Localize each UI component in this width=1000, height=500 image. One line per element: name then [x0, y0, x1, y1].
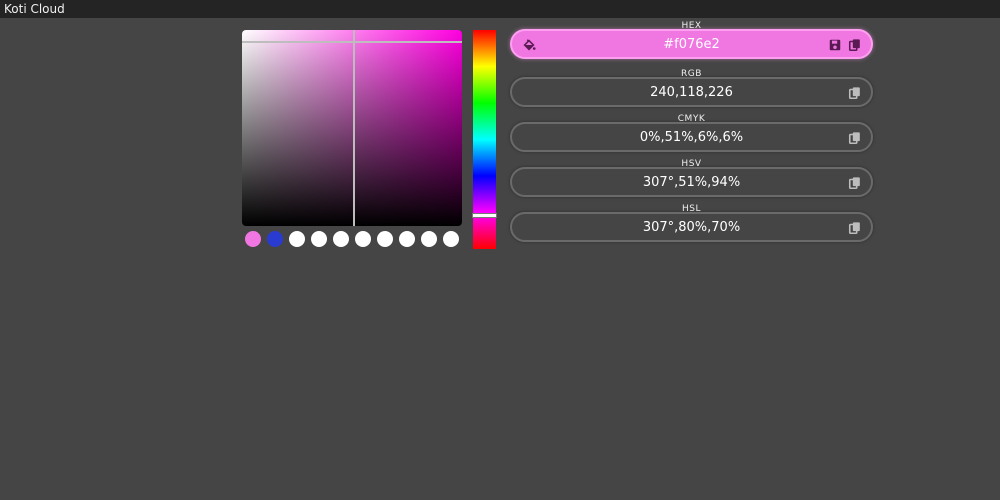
- history-swatch[interactable]: [421, 231, 437, 247]
- app-title: Koti Cloud: [4, 2, 65, 16]
- hsl-value[interactable]: 307°,80%,70%: [512, 220, 871, 236]
- hex-field[interactable]: HEX #f076e2: [510, 21, 873, 59]
- history-swatch[interactable]: [267, 231, 283, 247]
- saturation-value-picker[interactable]: [242, 30, 462, 226]
- hex-value[interactable]: #f076e2: [512, 37, 871, 53]
- history-swatch[interactable]: [399, 231, 415, 247]
- picker-crosshair-vertical[interactable]: [353, 30, 355, 226]
- copy-icon[interactable]: [848, 131, 862, 145]
- cmyk-field[interactable]: CMYK 0%,51%,6%,6%: [510, 114, 873, 152]
- history-swatch[interactable]: [355, 231, 371, 247]
- copy-icon[interactable]: [848, 86, 862, 100]
- hue-slider-handle[interactable]: [473, 214, 496, 217]
- copy-icon[interactable]: [848, 221, 862, 235]
- picker-crosshair-horizontal[interactable]: [242, 41, 462, 43]
- copy-icon[interactable]: [848, 38, 862, 52]
- title-bar: Koti Cloud: [0, 0, 1000, 18]
- history-swatch[interactable]: [333, 231, 349, 247]
- hsl-label: HSL: [682, 204, 701, 214]
- copy-icon[interactable]: [848, 176, 862, 190]
- history-swatch[interactable]: [245, 231, 261, 247]
- save-icon[interactable]: [828, 38, 842, 52]
- cmyk-label: CMYK: [677, 114, 706, 124]
- hex-label: HEX: [681, 21, 702, 31]
- color-history: [245, 231, 461, 247]
- hue-slider[interactable]: [473, 30, 496, 249]
- history-swatch[interactable]: [443, 231, 459, 247]
- hsv-value[interactable]: 307°,51%,94%: [512, 175, 871, 191]
- hsv-label: HSV: [681, 159, 702, 169]
- rgb-value[interactable]: 240,118,226: [512, 85, 871, 101]
- history-swatch[interactable]: [289, 231, 305, 247]
- rgb-field[interactable]: RGB 240,118,226: [510, 69, 873, 107]
- history-swatch[interactable]: [377, 231, 393, 247]
- history-swatch[interactable]: [311, 231, 327, 247]
- rgb-label: RGB: [681, 69, 702, 79]
- hsv-field[interactable]: HSV 307°,51%,94%: [510, 159, 873, 197]
- hsl-field[interactable]: HSL 307°,80%,70%: [510, 204, 873, 242]
- cmyk-value[interactable]: 0%,51%,6%,6%: [512, 130, 871, 146]
